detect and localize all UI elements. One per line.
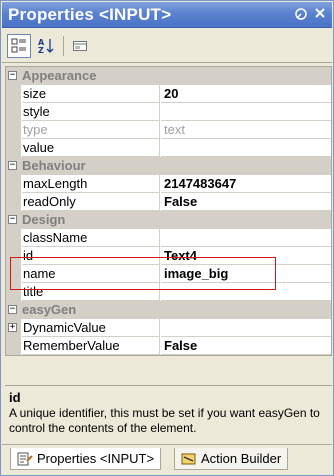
property-value[interactable]: 2147483647 [161, 175, 331, 193]
property-row-size[interactable]: size 20 [6, 85, 331, 103]
row-gutter [6, 139, 21, 157]
categorized-button[interactable] [7, 34, 31, 58]
property-name: value [22, 139, 160, 157]
collapse-icon[interactable]: − [8, 161, 17, 170]
description-text: A unique identifier, this must be set if… [9, 406, 320, 435]
property-value[interactable]: False [161, 337, 331, 355]
property-row-title[interactable]: title [6, 283, 331, 301]
property-grid[interactable]: − Appearance size 20 style type text val… [5, 66, 332, 356]
property-value[interactable] [161, 319, 331, 337]
property-value[interactable] [161, 103, 331, 121]
property-value[interactable]: False [161, 193, 331, 211]
alphabetical-button[interactable]: A Z [34, 34, 58, 58]
properties-icon [17, 452, 33, 465]
property-value[interactable] [161, 229, 331, 247]
category-label: Appearance [22, 68, 97, 83]
property-row-id[interactable]: id Text4 [6, 247, 331, 265]
property-row-remembervalue[interactable]: RememberValue False [6, 337, 331, 355]
expand-icon[interactable]: + [8, 323, 17, 332]
property-name: size [22, 85, 160, 103]
row-gutter [6, 247, 21, 265]
category-easygen[interactable]: − easyGen [6, 301, 331, 319]
action-builder-icon [181, 453, 196, 464]
category-appearance[interactable]: − Appearance [6, 67, 331, 85]
description-title: id [9, 390, 21, 405]
row-gutter [6, 85, 21, 103]
tab-properties[interactable]: Properties <INPUT> [10, 448, 162, 470]
toolbar-separator [63, 36, 64, 56]
property-name: id [22, 247, 160, 265]
collapse-icon[interactable]: − [8, 71, 17, 80]
property-value[interactable]: Text4 [161, 247, 331, 265]
row-gutter [6, 121, 21, 139]
property-value[interactable]: image_big [161, 265, 331, 283]
property-name: className [22, 229, 160, 247]
property-value[interactable] [161, 283, 331, 301]
property-name: style [22, 103, 160, 121]
property-name: readOnly [22, 193, 160, 211]
property-value: text [161, 121, 331, 139]
category-label: Design [22, 212, 66, 227]
collapse-icon[interactable]: − [8, 305, 17, 314]
row-gutter [6, 337, 21, 355]
tab-label: Properties <INPUT> [37, 451, 155, 466]
property-pages-button[interactable] [68, 34, 92, 58]
window-title: Properties <INPUT> [8, 5, 172, 24]
svg-text:Z: Z [38, 46, 44, 55]
property-pages-icon [73, 41, 87, 51]
toolbar: A Z [2, 29, 332, 63]
row-gutter [6, 283, 21, 301]
property-name: maxLength [22, 175, 160, 193]
category-label: easyGen [22, 302, 77, 317]
row-gutter [6, 103, 21, 121]
bottom-tabs: Properties <INPUT> Action Builder [2, 444, 332, 475]
title-bar[interactable]: Properties <INPUT> [2, 2, 332, 28]
property-value[interactable] [161, 139, 331, 157]
property-value[interactable]: 20 [161, 85, 331, 103]
properties-window: Properties <INPUT> A Z − Appearance size… [0, 0, 334, 476]
property-name: DynamicValue [22, 319, 160, 337]
tab-label: Action Builder [201, 451, 282, 466]
category-design[interactable]: − Design [6, 211, 331, 229]
pin-icon[interactable] [294, 7, 308, 21]
property-row-name[interactable]: name image_big [6, 265, 331, 283]
property-name: name [22, 265, 160, 283]
property-row-readonly[interactable]: readOnly False [6, 193, 331, 211]
description-panel: id A unique identifier, this must be set… [5, 385, 332, 442]
category-label: Behaviour [22, 158, 86, 173]
property-name: RememberValue [22, 337, 160, 355]
property-row-dynamicvalue[interactable]: + DynamicValue [6, 319, 331, 337]
property-row-style[interactable]: style [6, 103, 331, 121]
tab-action-builder[interactable]: Action Builder [174, 448, 289, 470]
property-name: title [22, 283, 160, 301]
alphabetical-icon: A Z [38, 38, 54, 55]
row-gutter [6, 175, 21, 193]
property-row-value[interactable]: value [6, 139, 331, 157]
category-behaviour[interactable]: − Behaviour [6, 157, 331, 175]
property-row-classname[interactable]: className [6, 229, 331, 247]
categorized-icon [11, 38, 26, 53]
collapse-icon[interactable]: − [8, 215, 17, 224]
property-row-type: type text [6, 121, 331, 139]
close-icon[interactable] [313, 7, 327, 21]
row-gutter [6, 265, 21, 283]
row-gutter [6, 193, 21, 211]
row-gutter [6, 229, 21, 247]
property-row-maxlength[interactable]: maxLength 2147483647 [6, 175, 331, 193]
property-name: type [22, 121, 160, 139]
